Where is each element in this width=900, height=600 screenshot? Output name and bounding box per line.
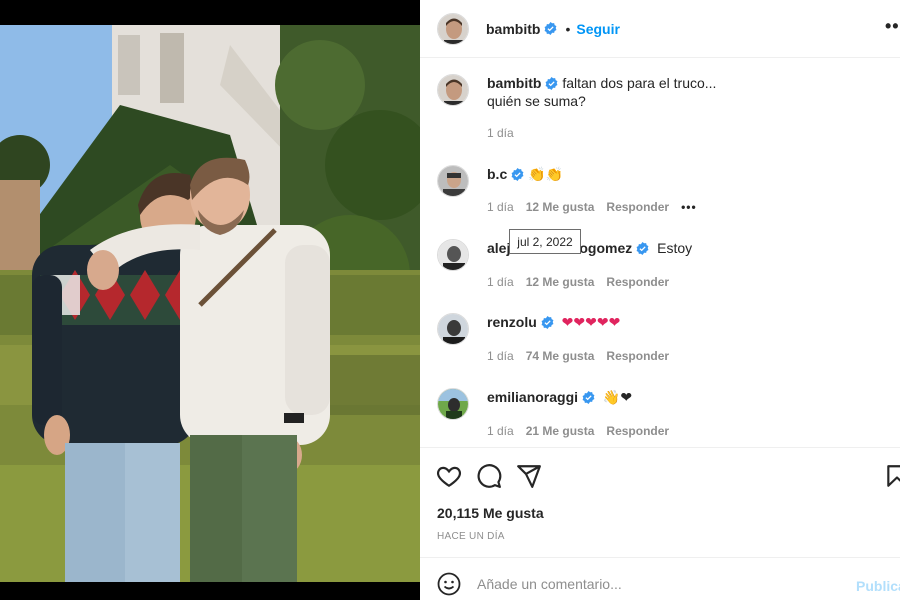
caption-age[interactable]: 1 día bbox=[487, 126, 514, 140]
comment-text: 👏👏 bbox=[528, 167, 563, 183]
comment-username[interactable]: renzolu bbox=[487, 314, 537, 330]
photo-panel bbox=[0, 0, 420, 600]
commenter-avatar[interactable] bbox=[437, 388, 469, 420]
caption-meta: 1 día bbox=[487, 126, 526, 140]
post-side-panel: bambitb • Seguir ••• bambitb faltan dos … bbox=[420, 0, 900, 600]
comment-icon[interactable] bbox=[476, 463, 502, 489]
bookmark-icon[interactable] bbox=[884, 463, 900, 489]
date-tooltip: jul 2, 2022 bbox=[509, 229, 581, 254]
smile-icon[interactable] bbox=[437, 572, 461, 596]
likes-count[interactable]: 20,115 Me gusta bbox=[437, 505, 544, 521]
reply-button[interactable]: Responder bbox=[606, 424, 669, 438]
comment-age[interactable]: 1 día bbox=[487, 349, 514, 363]
comment-body: emilianoraggi 👋❤ bbox=[487, 388, 887, 407]
comment-likes[interactable]: 21 Me gusta bbox=[526, 424, 595, 438]
comment-likes[interactable]: 12 Me gusta bbox=[526, 275, 595, 289]
post-actions: 20,115 Me gusta HACE UN DÍA bbox=[420, 447, 900, 557]
caption-text: faltan dos para el truco... bbox=[562, 75, 717, 91]
post-header: bambitb • Seguir ••• bbox=[420, 0, 900, 58]
separator-dot: • bbox=[565, 20, 571, 37]
comment-text: ❤❤❤❤❤ bbox=[561, 315, 621, 331]
comment-username-end[interactable]: ogomez bbox=[579, 240, 632, 256]
comment-likes[interactable]: 12 Me gusta bbox=[526, 200, 595, 214]
publish-button[interactable]: Publicar bbox=[856, 578, 900, 594]
comment-age[interactable]: 1 día bbox=[487, 200, 514, 214]
commenter-avatar[interactable] bbox=[437, 165, 469, 197]
verified-icon bbox=[545, 22, 557, 35]
caption-text-line2: quién se suma? bbox=[487, 93, 586, 109]
comment-meta: 1 día 21 Me gusta Responder bbox=[487, 424, 681, 438]
more-options-icon[interactable]: ••• bbox=[885, 16, 900, 37]
verified-icon bbox=[541, 316, 554, 329]
commenter-avatar[interactable] bbox=[437, 313, 469, 345]
comment-input[interactable] bbox=[477, 570, 837, 598]
author-username[interactable]: bambitb bbox=[486, 21, 540, 37]
comment-username[interactable]: b.c bbox=[487, 166, 507, 182]
comment-meta: 1 día 12 Me gusta Responder bbox=[487, 275, 681, 289]
reply-button[interactable]: Responder bbox=[606, 349, 669, 363]
caption-username[interactable]: bambitb bbox=[487, 75, 541, 91]
verified-icon bbox=[582, 391, 595, 404]
author-avatar[interactable] bbox=[437, 12, 469, 45]
comment-meta: 1 día 12 Me gusta Responder ••• bbox=[487, 200, 709, 214]
comment-body: renzolu ❤❤❤❤❤ bbox=[487, 313, 887, 332]
comment-username[interactable]: alej bbox=[487, 240, 510, 256]
post-time[interactable]: HACE UN DÍA bbox=[437, 531, 505, 542]
commenter-avatar[interactable] bbox=[437, 239, 469, 271]
comment-meta: 1 día 74 Me gusta Responder bbox=[487, 349, 681, 363]
comment-likes[interactable]: 74 Me gusta bbox=[526, 349, 595, 363]
verified-icon bbox=[636, 242, 649, 255]
caption-body: bambitb faltan dos para el truco... quié… bbox=[487, 74, 887, 110]
comment-text: 👋❤ bbox=[602, 390, 633, 406]
comments-list: bambitb faltan dos para el truco... quié… bbox=[420, 59, 900, 447]
comment-age[interactable]: 1 día bbox=[487, 424, 514, 438]
comment-options-icon[interactable]: ••• bbox=[681, 200, 697, 214]
comment-body: b.c 👏👏 bbox=[487, 165, 887, 184]
verified-icon bbox=[511, 168, 524, 181]
comment-text: Estoy bbox=[657, 240, 693, 256]
follow-button[interactable]: Seguir bbox=[576, 21, 620, 37]
share-icon[interactable] bbox=[516, 463, 542, 489]
author-avatar[interactable] bbox=[437, 74, 469, 106]
comment-age[interactable]: 1 día bbox=[487, 275, 514, 289]
reply-button[interactable]: Responder bbox=[606, 275, 669, 289]
heart-icon[interactable] bbox=[436, 463, 462, 489]
post-photo[interactable] bbox=[0, 25, 420, 582]
verified-icon bbox=[546, 77, 558, 90]
comment-username[interactable]: emilianoraggi bbox=[487, 389, 578, 405]
add-comment-bar: Publicar bbox=[420, 557, 900, 600]
reply-button[interactable]: Responder bbox=[606, 200, 669, 214]
